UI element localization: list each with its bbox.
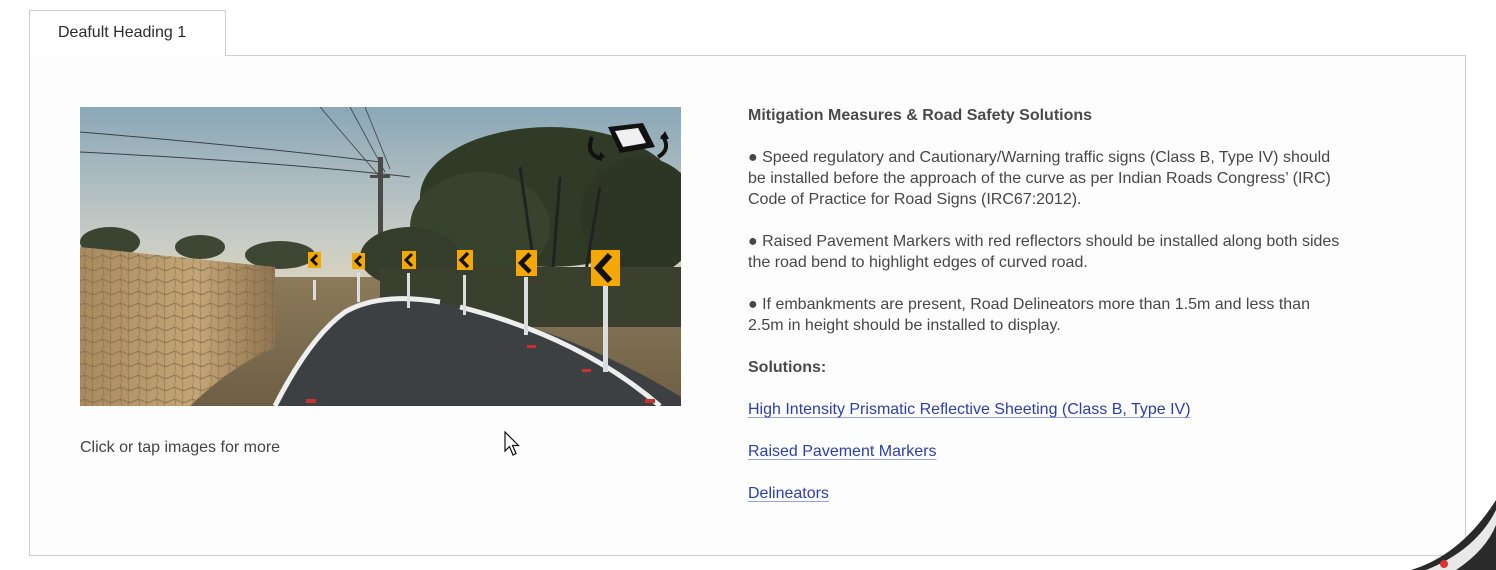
section-heading: Mitigation Measures & Road Safety Soluti… xyxy=(748,107,1093,124)
road-curve-photo[interactable] xyxy=(80,107,681,406)
tab-deafult-heading-1[interactable]: Deafult Heading 1 xyxy=(29,10,226,56)
page: Deafult Heading 1 Click or tap images fo… xyxy=(0,0,1496,570)
solution-link-raised-pavement-markers[interactable]: Raised Pavement Markers xyxy=(748,441,937,462)
image-caption: Click or tap images for more xyxy=(80,439,281,456)
solutions-heading: Solutions: xyxy=(748,359,827,376)
page-curl-icon xyxy=(1411,500,1496,570)
solution-link-delineators[interactable]: Delineators xyxy=(748,483,829,504)
content-column: Mitigation Measures & Road Safety Soluti… xyxy=(748,105,1348,525)
solution-link-reflective-sheeting[interactable]: High Intensity Prismatic Reflective Shee… xyxy=(748,399,1191,420)
measure-paragraph-2: ● Raised Pavement Markers with red refle… xyxy=(748,233,1340,271)
measure-paragraph-1: ● Speed regulatory and Cautionary/Warnin… xyxy=(748,149,1331,208)
mouse-pointer-icon xyxy=(504,431,520,456)
measure-paragraph-3: ● If embankments are present, Road Delin… xyxy=(748,296,1310,334)
tab-label: Deafult Heading 1 xyxy=(58,24,187,41)
tab-panel: Click or tap images for more Mitigation … xyxy=(29,55,1466,556)
